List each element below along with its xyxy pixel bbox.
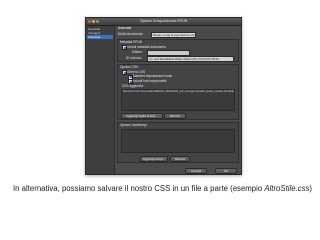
unique-id-label: ID univoco:: [126, 55, 142, 60]
caption-filename: AltroStile.css: [264, 184, 310, 193]
publisher-label: Editore:: [132, 50, 143, 54]
metadata-group: Metadati EPUB Includi metadati documento…: [117, 39, 239, 62]
add-script-button[interactable]: Aggiungi script...: [140, 156, 168, 162]
unique-id-field[interactable]: urn:uuid:BAA2EE0D-B8E1-4DE6-A3FC-63A6D6A…: [147, 55, 234, 62]
metadata-group-label: Metadati EPUB: [120, 40, 142, 44]
epub-export-dialog: Opzioni di esportazione EPUB Generale Im…: [85, 17, 242, 175]
css-options-group: Opzioni CSS Genera CSS Mantieni impostaz…: [117, 64, 239, 120]
additional-css-label: CSS aggiuntivi:: [122, 84, 144, 88]
split-document-select[interactable]: Basato su tag di esportazione stil...: [151, 32, 196, 38]
js-group-label: Opzioni JavaScript: [120, 123, 147, 127]
ok-button[interactable]: OK: [215, 168, 237, 174]
section-header: Avanzate: [118, 26, 132, 30]
remove-stylesheet-button[interactable]: Elimina: [164, 113, 186, 119]
dialog-title: Opzioni di esportazione EPUB: [139, 19, 188, 23]
keep-local-label: Mantieni impostazioni locali: [133, 74, 172, 78]
split-document-label: Dividi documento:: [118, 32, 144, 36]
caption-text: In alternativa, possiamo salvare il nost…: [13, 184, 265, 193]
additional-css-list[interactable]: Macintosh HD:Users:Italica:EBOOK_INDESIG…: [121, 89, 235, 111]
css-file-path[interactable]: Macintosh HD:Users:Italica:EBOOK_INDESIG…: [123, 90, 234, 94]
slide-caption: In alternativa, possiamo salvare il nost…: [13, 184, 313, 194]
sidebar-item-avanzate[interactable]: Avanzate: [87, 35, 113, 39]
css-group-label: Opzioni CSS: [120, 65, 139, 69]
add-stylesheet-button[interactable]: Aggiungi foglio di stile...: [121, 113, 163, 119]
javascript-options-group: Opzioni JavaScript Aggiungi script... El…: [117, 122, 239, 163]
remove-script-button[interactable]: Elimina: [170, 156, 190, 162]
cancel-button[interactable]: Annulla: [185, 168, 207, 174]
dialog-titlebar[interactable]: Opzioni di esportazione EPUB: [86, 18, 241, 26]
caption-close-paren: ): [309, 184, 313, 193]
javascript-list[interactable]: [121, 129, 235, 153]
dialog-sidebar: Generale Immagini Avanzate: [86, 26, 115, 174]
embed-fonts-label: Includi font incorporabili: [133, 78, 167, 83]
include-metadata-label: Includi metadati documento: [127, 44, 166, 49]
generate-css-label: Genera CSS: [127, 69, 146, 74]
dialog-content: Avanzate Dividi documento: Basato su tag…: [115, 26, 241, 174]
